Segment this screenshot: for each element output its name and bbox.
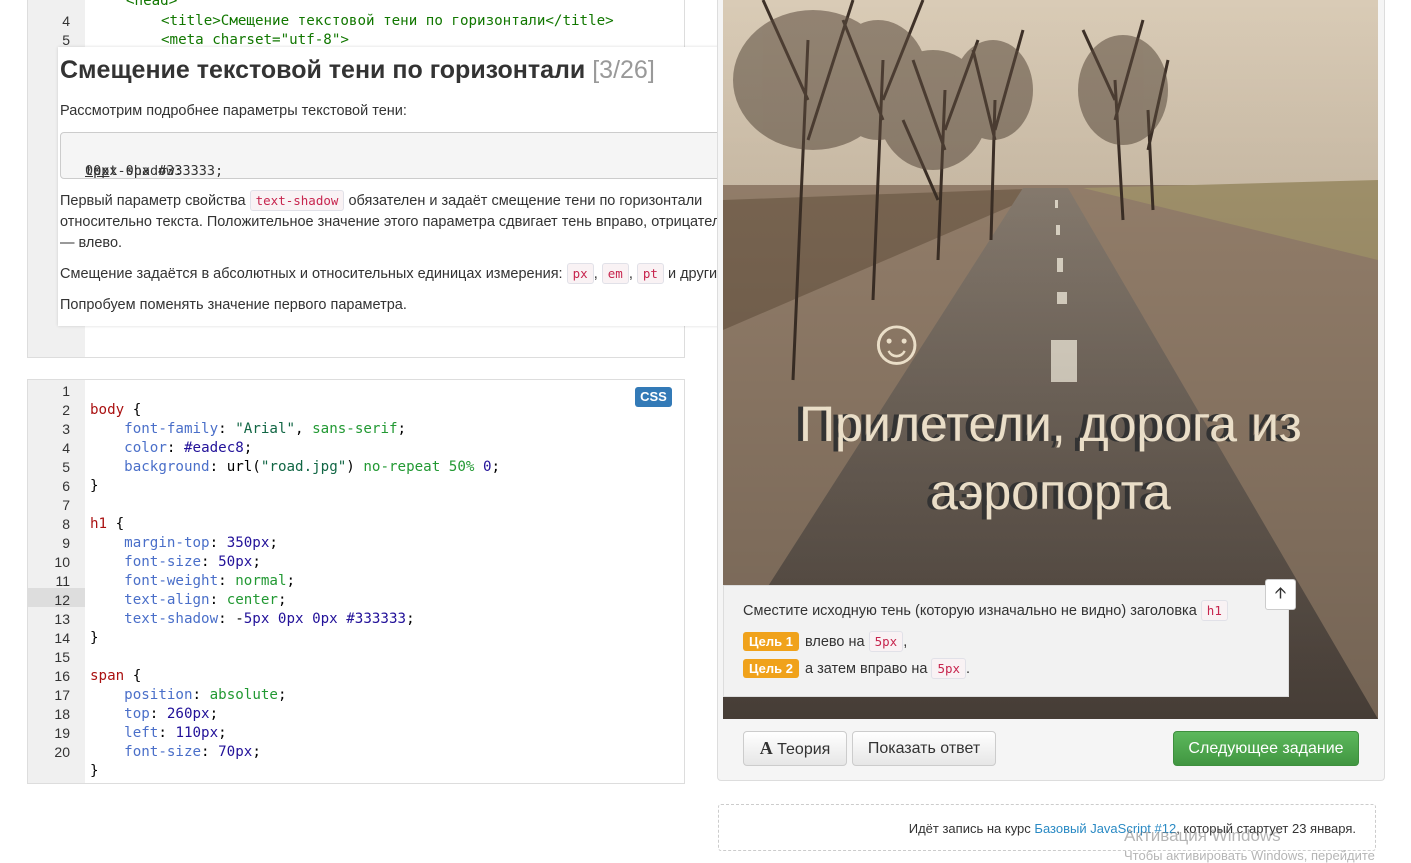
line-number: 17 [54,687,70,703]
windows-activation-hint: Чтобы активировать Windows, перейдите [1124,848,1375,863]
line-number: 12 [54,592,70,608]
show-answer-button[interactable]: Показать ответ [852,731,996,766]
arrow-up-icon: 🡩 [1274,585,1287,602]
line-number: 5 [62,459,70,475]
code-line-head[interactable]: <head> [126,0,177,9]
line-number: 7 [62,497,70,513]
goal-1: Цель 1 влево на 5px, [743,631,907,652]
css-editor[interactable]: 1 2 3 4 5 6 7 8 9 10 11 12 13 14 15 16 17 18 19 20 body { f… [27,379,685,784]
line-number: 13 [54,611,70,627]
inline-code: text-shadow [249,190,345,211]
next-task-button[interactable]: Следующее задание [1173,731,1359,766]
goal-badge: Цель 1 [743,632,799,651]
theory-button[interactable]: A Теория [743,731,847,766]
line-number: 11 [55,573,70,589]
inline-code: h1 [1200,600,1228,621]
line-number: 6 [62,478,70,494]
line-number: 4 [62,440,70,456]
line-number: 10 [54,554,70,570]
line-number: 8 [62,516,70,532]
theory-panel: Смещение текстовой тени по горизонтали [… [58,47,752,326]
css-code[interactable]: body { font-family: "Arial", sans-serif;… [90,382,500,781]
line-number: 14 [54,630,70,646]
smiley-icon: ☺ [863,304,931,378]
task-description: Сместите исходную тень (которую изначаль… [743,600,1228,621]
theory-paragraph-1: Первый параметр свойства text-shadow обя… [60,190,752,254]
line-number: 4 [62,13,70,29]
theory-intro: Рассмотрим подробнее параметры текстовой… [60,103,407,119]
goal-badge: Цель 2 [743,659,799,678]
line-number: 2 [62,402,70,418]
line-number: 5 [62,32,70,48]
code-line-meta[interactable]: <meta charset="utf-8"> [161,32,349,48]
line-number: 16 [54,668,70,684]
collapse-task-button[interactable]: 🡩 [1265,579,1296,610]
windows-activation-watermark: Активация Windows [1124,826,1281,845]
line-number: 15 [54,649,70,665]
css-badge: CSS [635,387,672,407]
goal-2: Цель 2а затем вправо на 5px. [743,658,970,679]
line-number: 1 [62,383,70,399]
theory-icon: A [759,738,773,758]
theory-code-block: text-shadow: 0px 0px 0px #333333; [60,132,750,179]
theory-paragraph-3: Попробуем поменять значение первого пара… [60,297,407,313]
theory-paragraph-2: Смещение задаётся в абсолютных и относит… [60,263,752,285]
step-counter: [3/26] [592,56,655,84]
line-number: 9 [62,535,70,551]
line-number: 20 [54,744,70,760]
preview-heading: Прилетели, дорога из аэропорта [799,396,1302,520]
task-panel: Сместите исходную тень (которую изначаль… [723,585,1289,697]
line-number: 19 [54,725,70,741]
theory-title: Смещение текстовой тени по горизонтали [… [60,56,655,84]
line-number: 3 [62,421,70,437]
line-number: 18 [54,706,70,722]
code-line-title[interactable]: <title>Смещение текстовой тени по горизо… [161,13,614,29]
